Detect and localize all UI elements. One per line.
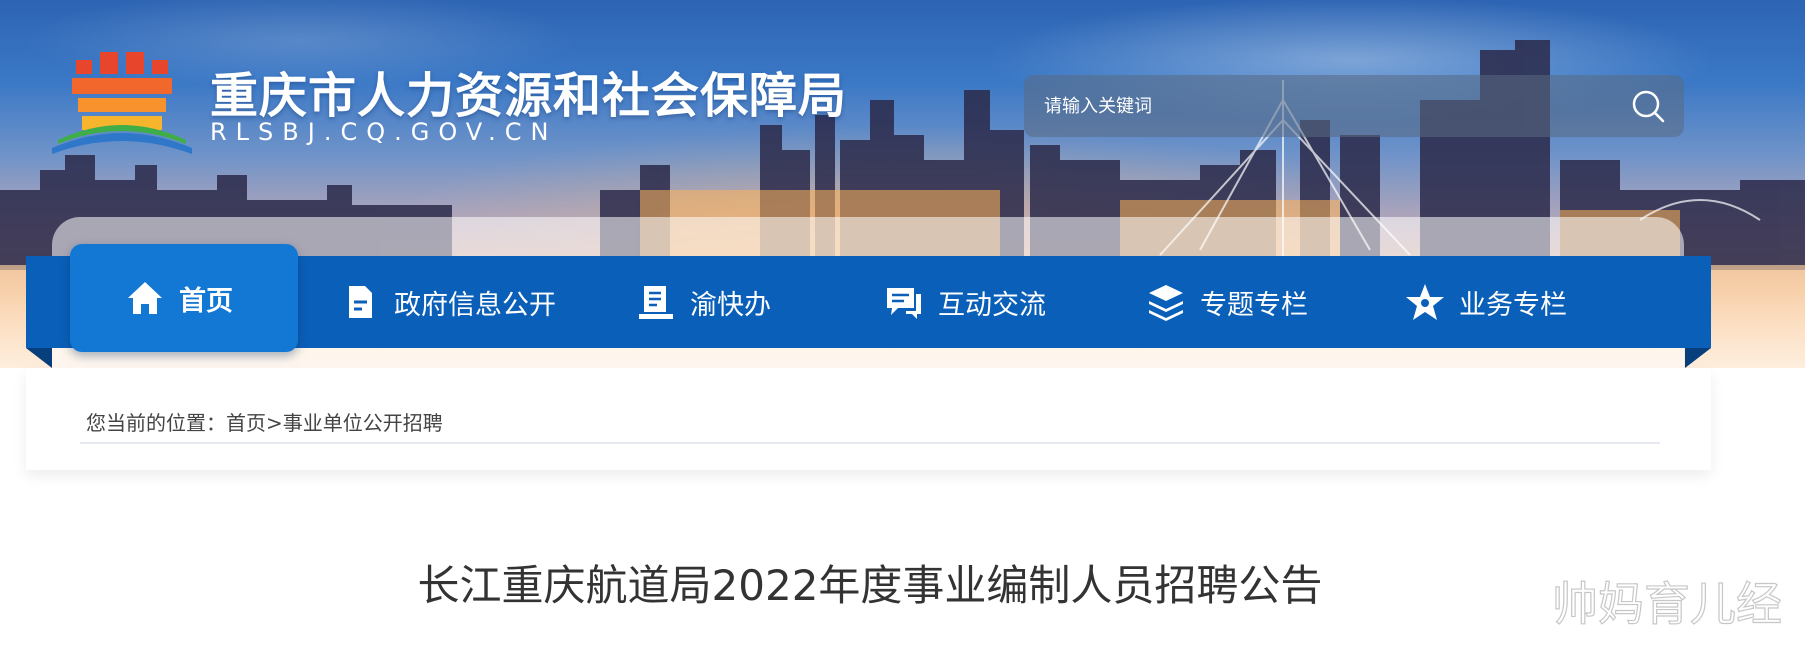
nav-item-label: 专题专栏 <box>1200 289 1308 321</box>
nav-item-label: 首页 <box>179 285 233 317</box>
star-icon <box>1406 284 1444 320</box>
nav-item-label: 政府信息公开 <box>394 289 556 321</box>
breadcrumb-divider <box>80 442 1660 444</box>
site-domain: RLSBJ.CQ.GOV.CN <box>210 118 558 146</box>
breadcrumb: 您当前的位置：首页>事业单位公开招聘 <box>86 407 443 436</box>
nav-item-topics[interactable]: 专题专栏 <box>1146 256 1308 348</box>
layers-icon <box>1149 285 1183 321</box>
breadcrumb-home-link[interactable]: 首页 <box>226 411 266 435</box>
search-input[interactable] <box>1044 87 1604 125</box>
search-bar <box>1024 75 1684 137</box>
breadcrumb-prefix: 您当前的位置： <box>86 411 226 435</box>
nav-item-label: 渝快办 <box>690 289 771 321</box>
chat-icon <box>887 288 921 319</box>
nav-fold-left <box>26 348 52 368</box>
home-icon <box>128 282 162 314</box>
nav-item-home[interactable]: 首页 <box>70 244 298 352</box>
nav-fold-right <box>1685 348 1711 368</box>
site-title[interactable]: 重庆市人力资源和社会保障局 <box>210 56 847 126</box>
nav-item-interaction[interactable]: 互动交流 <box>884 256 1046 348</box>
document-icon <box>349 286 372 318</box>
nav-item-label: 互动交流 <box>938 289 1046 321</box>
article-title: 长江重庆航道局2022年度事业编制人员招聘公告 <box>417 561 1323 610</box>
watermark-text: 帅妈育儿经 <box>1551 576 1782 631</box>
search-icon[interactable] <box>1630 88 1666 124</box>
clipboard-icon <box>639 286 673 319</box>
nav-item-yukuaiban[interactable]: 渝快办 <box>636 256 771 348</box>
nav-item-gov-info[interactable]: 政府信息公开 <box>340 256 556 348</box>
nav-item-label: 业务专栏 <box>1459 289 1567 321</box>
nav-item-business[interactable]: 业务专栏 <box>1405 256 1567 348</box>
breadcrumb-current-link[interactable]: 事业单位公开招聘 <box>283 411 443 435</box>
bureau-logo-icon <box>52 52 192 154</box>
breadcrumb-separator: > <box>266 411 283 435</box>
